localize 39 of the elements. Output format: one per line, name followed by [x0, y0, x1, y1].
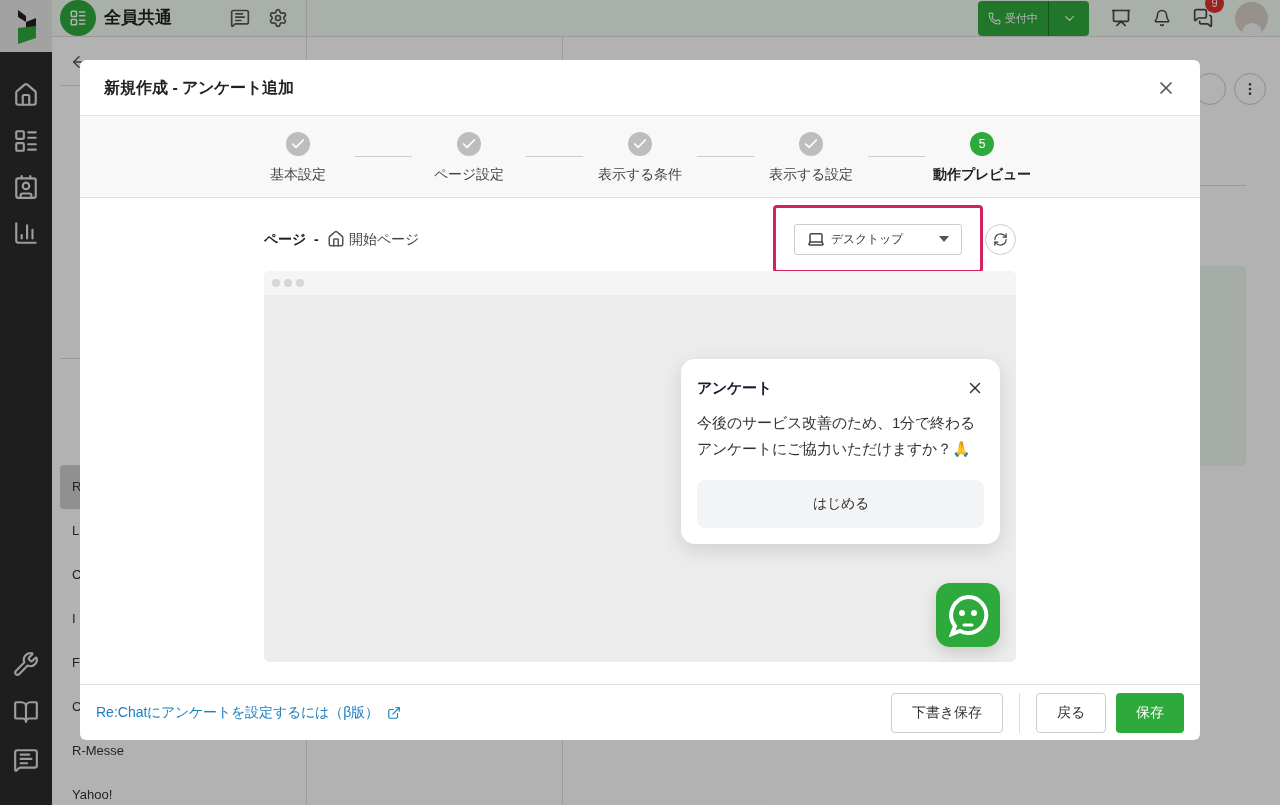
page-name: 開始ページ	[348, 229, 419, 249]
contact-icon[interactable]	[13, 174, 39, 200]
page-label: ページ	[264, 229, 306, 249]
dropdown-icon	[939, 236, 949, 242]
sidebar-item[interactable]: Yahoo!	[60, 773, 294, 805]
device-select[interactable]: デスクトップ	[794, 223, 962, 255]
bell-icon[interactable]	[1153, 9, 1171, 27]
step-label: ページ設定	[434, 165, 504, 184]
home-icon	[326, 230, 345, 248]
book-icon[interactable]	[13, 699, 39, 725]
page-separator: -	[314, 229, 319, 249]
step-label: 基本設定	[270, 165, 326, 184]
laptop-icon	[807, 230, 825, 248]
back-button[interactable]: 戻る	[1036, 692, 1106, 733]
step-label: 動作プレビュー	[933, 165, 1031, 184]
survey-message: 今後のサービス改善のため、1分で終わるアンケートにご協力いただけますか？🙏	[697, 412, 977, 459]
phone-icon	[988, 11, 1001, 25]
board-icon[interactable]	[1111, 8, 1131, 28]
chat-face-icon	[946, 593, 990, 637]
external-link-icon[interactable]	[387, 705, 402, 720]
step-label: 表示する条件	[598, 165, 682, 184]
chat-icon[interactable]	[1193, 8, 1213, 28]
notification-badge: 9	[1205, 0, 1224, 13]
window-dots-icon	[272, 279, 304, 287]
step-number: 5	[970, 132, 994, 156]
chat-launcher-button[interactable]	[936, 583, 1000, 647]
start-button[interactable]: はじめる	[697, 479, 984, 528]
help-link[interactable]: Re:Chatにアンケートを設定するには（β版）	[96, 702, 380, 723]
refresh-icon	[993, 231, 1008, 247]
modal-title: 新規作成 - アンケート追加	[104, 77, 295, 98]
tools-icon[interactable]	[13, 651, 39, 677]
survey-title: アンケート	[697, 378, 772, 398]
step-label: 表示する設定	[769, 165, 853, 184]
home-icon[interactable]	[13, 82, 39, 108]
settings-icon[interactable]	[268, 8, 288, 28]
workspace-name: 全員共通	[104, 7, 172, 30]
chart-icon[interactable]	[13, 220, 39, 246]
workspace-icon	[60, 0, 96, 36]
draft-save-button[interactable]: 下書き保存	[891, 692, 1003, 733]
